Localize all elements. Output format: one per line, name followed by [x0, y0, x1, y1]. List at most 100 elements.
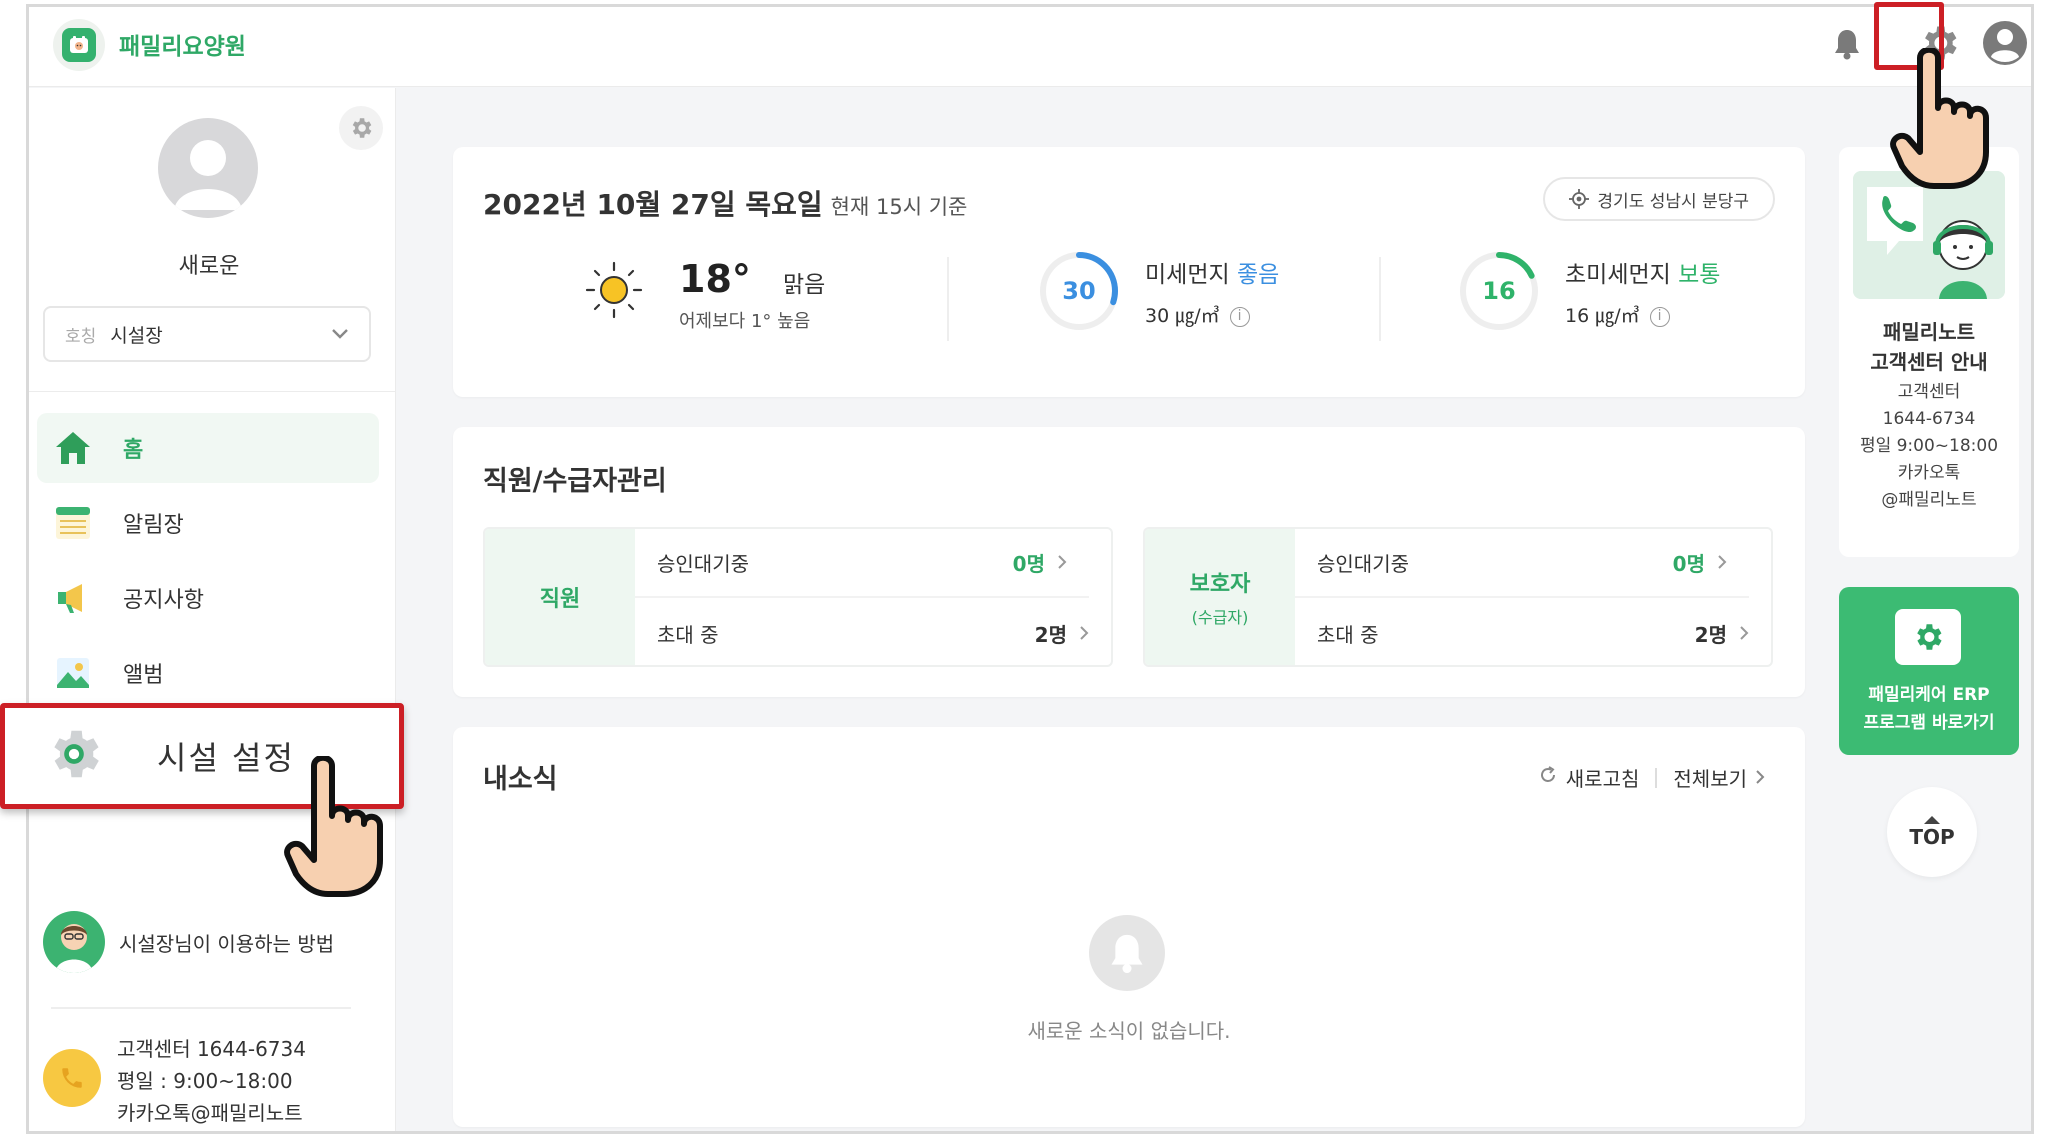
my-news-card: 내소식 새로고침 전체보기 새로운 소식이 없습니다.: [453, 727, 1805, 1127]
weather-card: 2022년 10월 27일 목요일 현재 15시 기준 경기도 성남시 분당구 1…: [453, 147, 1805, 397]
staff-invited-count: 2명: [1034, 623, 1067, 647]
guardian-pending-count: 0명: [1672, 552, 1705, 576]
pm10-value: 30 ㎍/㎥ i: [1145, 301, 1250, 328]
info-icon[interactable]: i: [1649, 306, 1670, 327]
scroll-top-label: TOP: [1909, 825, 1955, 849]
app-logo[interactable]: [53, 19, 105, 71]
pointing-hand-icon: [1890, 46, 1996, 194]
contact-kakao: 카카오톡@패밀리노트: [117, 1101, 303, 1125]
erp-program-button[interactable]: 패밀리케어 ERP 프로그램 바로가기: [1839, 587, 2019, 755]
pm25-value: 16 ㎍/㎥ i: [1565, 301, 1670, 328]
manager-avatar-icon: [43, 911, 105, 973]
pointing-hand-icon: [284, 754, 390, 902]
divider: [1379, 257, 1381, 341]
staff-invited-row[interactable]: 초대 중 2명: [635, 599, 1111, 665]
empty-bell-icon: [1089, 915, 1165, 991]
contact-hours: 평일 : 9:00~18:00: [117, 1069, 293, 1093]
staff-pending-row[interactable]: 승인대기중 0명: [635, 529, 1089, 598]
sidebar-item-label: 앨범: [123, 663, 164, 688]
pm25-gauge: 16: [1459, 251, 1539, 335]
photo-icon: [53, 653, 93, 693]
caret-up-icon: [1924, 816, 1940, 824]
sidebar-divider: [29, 391, 395, 392]
megaphone-icon: [53, 578, 93, 618]
erp-button-label: 패밀리케어 ERP 프로그램 바로가기: [1863, 685, 1995, 733]
chevron-right-icon: [1739, 622, 1749, 646]
guardian-group-sub: (수급자): [1191, 608, 1249, 627]
top-bar: 패밀리요양원: [29, 7, 2031, 87]
sidebar-divider: [51, 1007, 351, 1009]
pm25-number: 16: [1482, 277, 1516, 305]
location-target-icon: [1569, 189, 1590, 209]
weather-condition: 맑음: [783, 272, 826, 298]
temperature-comparison: 어제보다 1° 높음: [679, 311, 811, 332]
weather-date: 2022년 10월 27일 목요일 현재 15시 기준: [483, 188, 968, 221]
sidebar-item-announcements[interactable]: 공지사항: [37, 563, 379, 633]
sidebar-item-notice-board[interactable]: 알림장: [37, 488, 379, 558]
contact-phone: 고객센터 1644-6734: [117, 1037, 306, 1061]
divider: [947, 257, 949, 341]
scroll-top-button[interactable]: TOP: [1887, 787, 1977, 877]
user-name: 새로운: [178, 254, 240, 279]
sidebar-item-label: 공지사항: [123, 588, 204, 613]
sidebar-item-label: 홈: [123, 438, 144, 463]
bell-icon[interactable]: [1833, 27, 1861, 65]
pm10-gauge: 30: [1039, 251, 1119, 335]
profile-settings-gear-icon[interactable]: [339, 106, 383, 150]
temperature: 18°: [679, 257, 751, 301]
sun-icon: [583, 259, 645, 325]
title-select-value: 시설장: [110, 324, 163, 347]
staff-group: 직원 승인대기중 0명 초대 중 2명: [483, 527, 1113, 667]
notebook-icon: [53, 503, 93, 543]
view-all-button[interactable]: 전체보기: [1673, 763, 1747, 792]
home-icon: [53, 428, 93, 468]
sidebar-item-album[interactable]: 앨범: [37, 638, 379, 708]
chevron-right-icon: [1079, 622, 1089, 646]
staff-group-tag: 직원: [485, 529, 635, 665]
pm10-title: 미세먼지 좋음: [1145, 262, 1280, 288]
customer-center-card[interactable]: 패밀리노트 고객센터 안내 고객센터 1644-6734 평일 9:00~18:0…: [1839, 147, 2019, 557]
guardian-invited-count: 2명: [1694, 623, 1727, 647]
guardian-pending-row[interactable]: 승인대기중 0명: [1295, 529, 1749, 598]
customer-center-info: 고객센터 1644-6734 평일 9:00~18:00 카카오톡 @패밀리노트: [1859, 382, 1999, 510]
app-title: 패밀리요양원: [119, 34, 246, 60]
staff-management-card: 직원/수급자관리 직원 승인대기중 0명 초대 중 2명 보호자 (수급자) 승인대기…: [453, 427, 1805, 697]
chevron-right-icon: [1057, 551, 1067, 575]
title-select[interactable]: 호칭 시설장: [43, 306, 371, 362]
divider: [1655, 767, 1658, 788]
chevron-down-icon: [331, 323, 349, 345]
phone-icon: [43, 1049, 101, 1107]
customer-center-title: 패밀리노트 고객센터 안내: [1870, 320, 1988, 374]
title-select-label: 호칭: [65, 326, 97, 347]
guardian-group-tag: 보호자 (수급자): [1145, 529, 1295, 665]
location-button[interactable]: 경기도 성남시 분당구: [1543, 177, 1775, 221]
sidebar-contact: 고객센터 1644-6734 평일 : 9:00~18:00 카카오톡@패밀리노…: [43, 1033, 306, 1129]
user-avatar[interactable]: [158, 118, 258, 218]
chevron-right-icon: [1755, 766, 1765, 790]
weather-basis: 현재 15시 기준: [830, 195, 968, 219]
location-label: 경기도 성남시 분당구: [1597, 191, 1749, 212]
my-news-title: 내소식: [483, 764, 558, 795]
info-icon[interactable]: i: [1229, 306, 1250, 327]
chevron-right-icon: [1717, 551, 1727, 575]
pm25-grade: 보통: [1678, 262, 1721, 288]
facility-settings-label: 시설 설정: [157, 739, 295, 777]
sidebar-item-label: 알림장: [123, 513, 184, 538]
empty-news-message: 새로운 소식이 없습니다.: [1027, 1019, 1231, 1043]
guardian-invited-row[interactable]: 초대 중 2명: [1295, 599, 1771, 665]
pm10-grade: 좋음: [1236, 262, 1280, 288]
refresh-icon[interactable]: [1538, 765, 1558, 790]
pm10-number: 30: [1062, 277, 1096, 305]
erp-gear-icon: [1895, 609, 1961, 665]
usage-guide-link[interactable]: 시설장님이 이용하는 방법: [43, 910, 373, 974]
news-actions: 새로고침 전체보기: [1538, 763, 1765, 792]
sidebar-item-home[interactable]: 홈: [37, 413, 379, 483]
staff-pending-count: 0명: [1012, 552, 1045, 576]
facility-gear-icon: [43, 723, 105, 789]
app-window: 패밀리요양원 새로운 호칭 시설장 홈 알림장 공지사항 앨범 시설장님이 이용…: [26, 4, 2034, 1134]
pm25-title: 초미세먼지 보통: [1565, 262, 1721, 288]
logo-icon: [62, 28, 96, 62]
sidebar: 새로운 호칭 시설장 홈 알림장 공지사항 앨범 시설장님이 이용하는 방법 고…: [29, 88, 396, 1131]
staff-management-title: 직원/수급자관리: [483, 466, 667, 497]
refresh-button[interactable]: 새로고침: [1566, 763, 1640, 792]
